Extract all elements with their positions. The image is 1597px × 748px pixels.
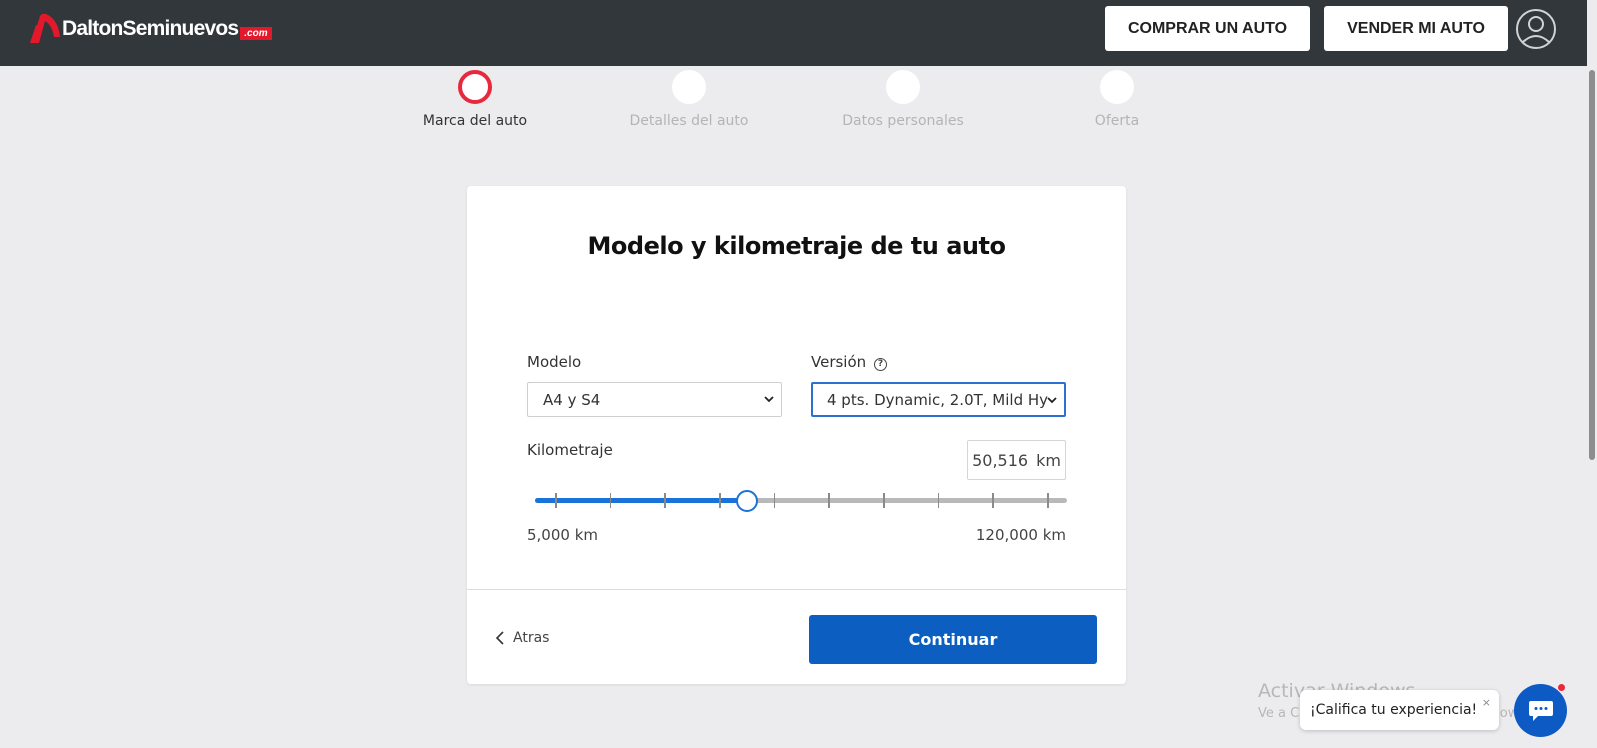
step-indicator-active <box>458 70 492 104</box>
model-select-value: A4 y S4 <box>543 390 601 409</box>
slider-fill <box>535 498 748 503</box>
mileage-value: 50,516 <box>972 450 1029 470</box>
step-label: Datos personales <box>842 113 964 129</box>
step-detalles: Detalles del auto <box>609 70 769 129</box>
slider-thumb[interactable] <box>736 490 759 512</box>
user-circle-icon[interactable] <box>1515 8 1557 50</box>
slider-tick <box>609 493 612 508</box>
close-icon[interactable]: × <box>1482 696 1491 709</box>
notification-dot <box>1558 684 1565 691</box>
chevron-down-icon <box>764 396 774 403</box>
back-label: Atras <box>513 630 550 646</box>
mileage-max-label: 120,000 km <box>975 526 1066 544</box>
step-datos: Datos personales <box>823 70 983 129</box>
version-select-value: 4 pts. Dynamic, 2.0T, Mild Hy <box>827 390 1049 409</box>
version-label-text: Versión <box>811 353 867 371</box>
version-select[interactable]: 4 pts. Dynamic, 2.0T, Mild Hy <box>811 382 1066 417</box>
step-indicator <box>886 70 920 104</box>
top-header: DaltonSeminuevos .com COMPRAR UN AUTO VE… <box>0 0 1597 66</box>
buy-car-button[interactable]: COMPRAR UN AUTO <box>1105 6 1310 51</box>
slider-tick <box>937 493 940 508</box>
mileage-unit: km <box>1036 450 1061 470</box>
chat-button[interactable] <box>1514 684 1567 737</box>
feedback-label: ¡Califica tu experiencia! <box>1310 702 1478 718</box>
question-circle-icon[interactable]: ? <box>873 358 887 371</box>
card-divider <box>467 589 1126 590</box>
mileage-slider[interactable] <box>535 486 1067 514</box>
slider-tick <box>883 493 885 508</box>
chevron-down-icon <box>1047 397 1057 404</box>
model-select[interactable]: A4 y S4 <box>527 382 782 417</box>
mileage-input[interactable]: 50,516 km <box>967 440 1066 480</box>
slider-tick <box>828 493 830 508</box>
back-button[interactable]: Atras <box>495 630 549 646</box>
step-indicator <box>672 70 706 104</box>
dalton-logo[interactable]: DaltonSeminuevos .com <box>28 12 272 46</box>
model-label: Modelo <box>527 353 582 371</box>
version-label: Versión ? <box>811 353 887 371</box>
step-label: Oferta <box>1094 113 1140 129</box>
step-oferta: Oferta <box>1037 70 1197 129</box>
mileage-min-label: 5,000 km <box>527 526 599 544</box>
slider-tick <box>773 493 776 508</box>
slider-tick <box>555 493 557 508</box>
slider-tick <box>1047 493 1049 508</box>
logo-suffix: .com <box>240 26 272 40</box>
step-indicator <box>1100 70 1134 104</box>
chat-bubble-icon <box>1528 700 1553 721</box>
slider-tick <box>992 493 994 508</box>
scrollbar-thumb[interactable] <box>1589 70 1595 460</box>
slider-tick <box>719 493 721 508</box>
card-title: Modelo y kilometraje de tu auto <box>587 232 1006 260</box>
continue-button[interactable]: Continuar <box>809 615 1097 664</box>
sell-car-button[interactable]: VENDER MI AUTO <box>1324 6 1508 51</box>
logo-text: DaltonSeminuevos <box>62 17 239 40</box>
mileage-label: Kilometraje <box>527 441 613 459</box>
step-label: Detalles del auto <box>629 113 749 129</box>
logo-mark-icon <box>30 13 60 43</box>
model-mileage-card: Modelo y kilometraje de tu auto Modelo A… <box>467 186 1126 684</box>
step-label: Marca del auto <box>422 113 528 129</box>
step-marca: Marca del auto <box>395 70 555 129</box>
slider-tick <box>664 493 666 508</box>
feedback-prompt[interactable]: ¡Califica tu experiencia! × <box>1300 690 1499 730</box>
chevron-left-icon <box>495 631 504 645</box>
